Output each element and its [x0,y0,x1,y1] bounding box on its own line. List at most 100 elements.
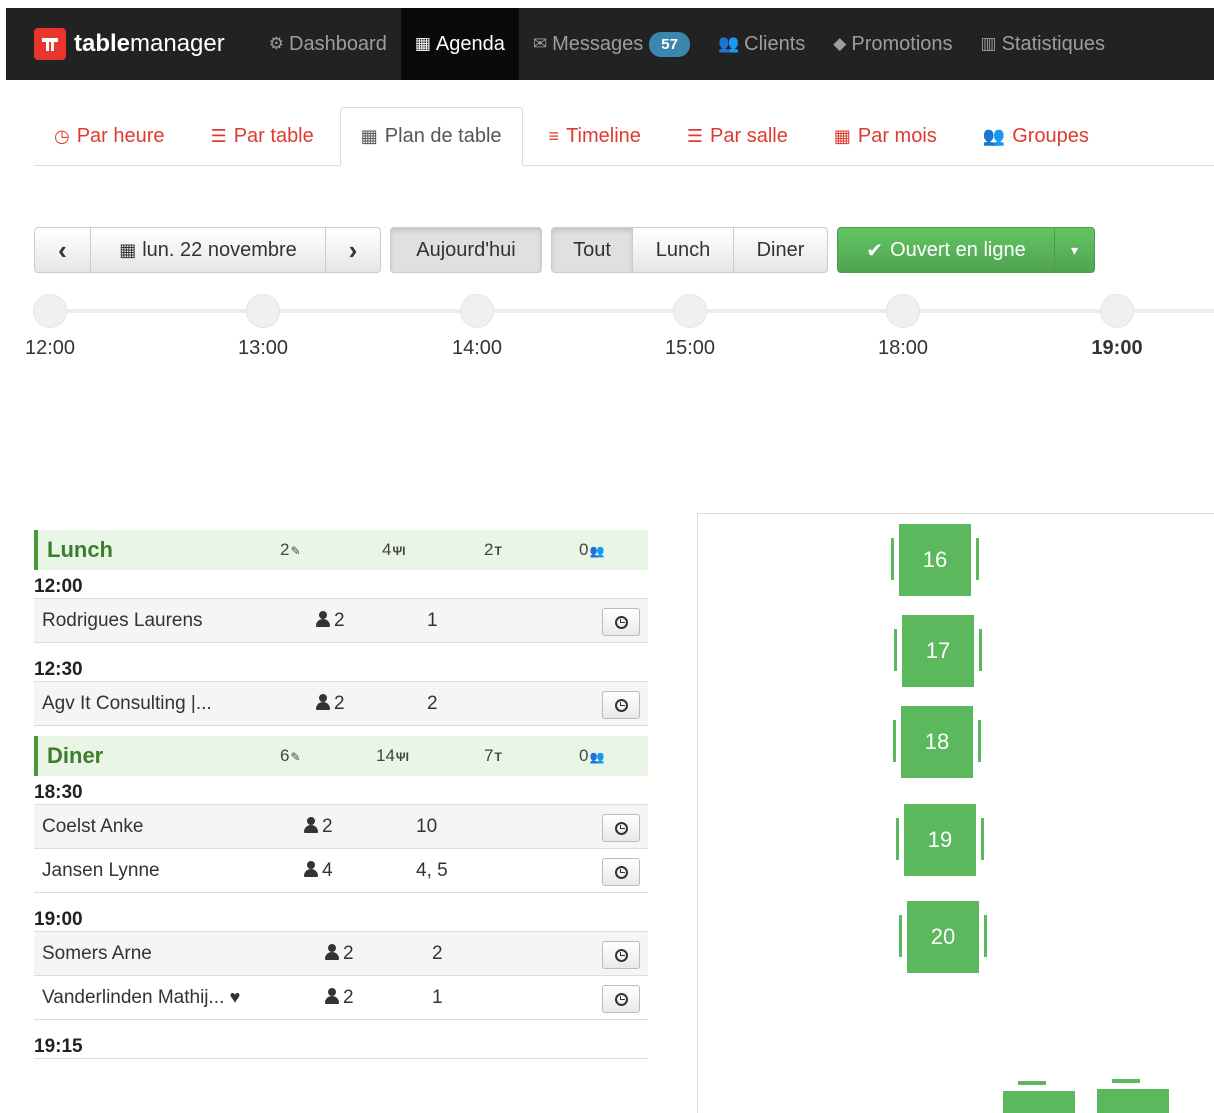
time-slider-label-selected: 19:00 [1091,337,1143,359]
service-header-diner: Diner 6✎ 14ΨΙ 7T 0👥 [34,736,648,776]
clock-icon: ◷ [54,125,70,146]
party-size: 4 [304,860,333,882]
reservation-row[interactable]: Jansen Lynne 4 4, 5 [34,849,648,893]
reservation-row[interactable]: Somers Arne 2 2 [34,932,648,976]
table-number: 1 [427,610,438,631]
group-icon: 👥 [982,125,1006,146]
time-slider-dot[interactable] [1100,294,1134,328]
table-number: 1 [432,987,443,1008]
time-slider-label: 12:00 [24,337,76,359]
online-status-button[interactable]: ✔ Ouvert en ligne [837,227,1055,273]
tab-timeline[interactable]: ≡ Timeline [529,107,661,165]
nav-messages[interactable]: ✉ Messages 57 [519,8,704,80]
reservation-status-button[interactable] [602,608,640,636]
today-button[interactable]: Aujourd'hui [390,227,542,273]
online-status-group: ✔ Ouvert en ligne ▾ [837,227,1095,273]
reservation-status-button[interactable] [602,814,640,842]
ticket-icon: ✎ [290,750,301,764]
floor-table-16[interactable]: 16 [899,524,971,596]
tab-par-heure[interactable]: ◷ Par heure [34,107,185,165]
previous-day-button[interactable]: ‹ [34,227,91,273]
tab-plan-de-table[interactable]: ▦ Plan de table [339,107,523,166]
filter-tout-button[interactable]: Tout [551,227,633,273]
nav-agenda[interactable]: ▦ Agenda [400,8,519,80]
chevron-left-icon: ‹ [58,234,67,265]
guest-name: Vanderlinden Mathij... ♥ [42,987,241,1008]
reservation-status-button[interactable] [602,858,640,886]
service-stat-groups: 0👥 [579,746,605,765]
service-header-lunch: Lunch 2✎ 4ΨΙ 2T 0👥 [34,530,648,570]
date-navigator: ‹ ▦ lun. 22 novembre › [34,227,381,273]
guest-name: Agv It Consulting |... [42,693,212,714]
tab-groupes[interactable]: 👥 Groupes [963,107,1109,165]
online-status-dropdown-toggle[interactable]: ▾ [1055,227,1095,273]
filter-diner-button[interactable]: Diner [734,227,828,273]
nav-dashboard[interactable]: ⚙ Dashboard [255,8,401,80]
check-circle-icon [614,992,628,1006]
time-slider-dot[interactable] [673,294,707,328]
cutlery-icon: ΨΙ [395,750,409,764]
guest-name: Jansen Lynne [42,860,160,881]
party-size: 2 [304,816,333,838]
chevron-right-icon: › [348,234,358,265]
tab-par-salle[interactable]: ☰ Par salle [667,107,808,165]
time-slot-label: 18:30 [34,776,648,805]
time-slider-label: 14:00 [451,337,503,359]
table-number: 10 [416,816,438,837]
nav-statistiques[interactable]: ▥ Statistiques [967,8,1119,80]
floor-table[interactable] [1003,1091,1075,1113]
floor-table-18[interactable]: 18 [901,706,973,778]
person-icon [325,944,339,960]
chair [979,629,982,671]
party-size: 2 [316,693,345,715]
floor-plan: 16 17 18 19 20 [697,513,1214,1113]
agenda-controls: ‹ ▦ lun. 22 novembre › Aujourd'hui Tout L… [34,227,1104,273]
reservation-row[interactable]: Rodrigues Laurens 2 1 [34,599,648,643]
date-picker-button[interactable]: ▦ lun. 22 novembre [91,227,326,273]
chair [976,538,979,580]
reservation-status-button[interactable] [602,941,640,969]
bar-chart-icon: ▥ [980,34,997,53]
next-day-button[interactable]: › [326,227,381,273]
tab-par-mois[interactable]: ▦ Par mois [814,107,957,165]
cutlery-icon: ΨΙ [392,544,406,558]
floor-table-19[interactable]: 19 [904,804,976,876]
ticket-icon: ✎ [290,544,301,558]
time-slider-track[interactable] [50,309,1214,313]
envelope-icon: ✉ [532,34,548,53]
time-slider-label: 18:00 [877,337,929,359]
time-slider-dot[interactable] [886,294,920,328]
time-slider-label: 13:00 [237,337,289,359]
floor-table-17[interactable]: 17 [902,615,974,687]
reservation-row[interactable]: Vanderlinden Mathij... ♥ 2 1 [34,976,648,1020]
time-slider-dot[interactable] [33,294,67,328]
service-stat-covers: 4ΨΙ [382,540,406,559]
party-size: 2 [325,987,354,1009]
reservation-row[interactable]: Coelst Anke 2 10 [34,805,648,849]
time-slider-dot[interactable] [460,294,494,328]
time-slot-label: 19:00 [34,903,648,932]
table-icon: T [494,750,502,764]
chair [891,538,894,580]
floor-table-20[interactable]: 20 [907,901,979,973]
group-icon: 👥 [589,750,605,764]
brand-logo-link[interactable]: tablemanager [34,28,225,60]
tag-icon: ◆ [833,34,847,53]
time-slider-dot[interactable] [246,294,280,328]
service-stat-tables: 7T [484,746,502,765]
chair [899,915,902,957]
calendar-icon: ▦ [833,125,851,146]
reservation-row[interactable]: Agv It Consulting |... 2 2 [34,682,648,726]
reservation-status-button[interactable] [602,691,640,719]
chair [894,629,897,671]
person-icon [316,611,330,627]
nav-clients[interactable]: 👥 Clients [704,8,819,80]
filter-lunch-button[interactable]: Lunch [633,227,734,273]
grid-icon: ▦ [360,126,378,146]
guest-name: Coelst Anke [42,816,144,837]
service-filter: Tout Lunch Diner [551,227,828,273]
floor-table[interactable] [1097,1089,1169,1113]
reservation-status-button[interactable] [602,985,640,1013]
tab-par-table[interactable]: ☰ Par table [191,107,334,165]
nav-promotions[interactable]: ◆ Promotions [819,8,966,80]
